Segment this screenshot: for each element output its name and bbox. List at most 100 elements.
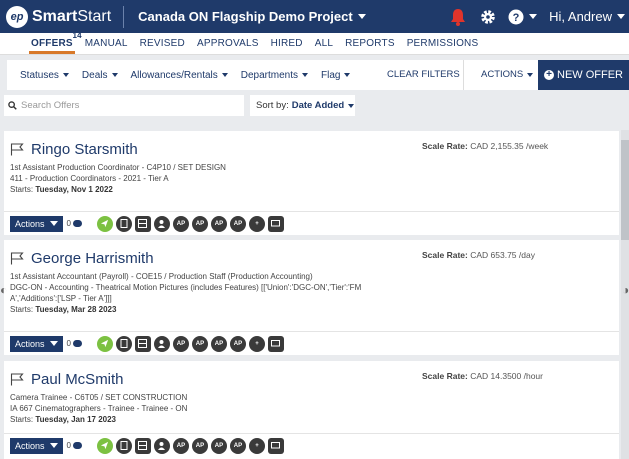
ap-approval-icon[interactable]: AP [191,335,208,352]
send-icon[interactable] [96,437,113,454]
sort-dropdown[interactable]: Sort by: Date Added [250,95,355,116]
tab-manual[interactable]: MANUAL [85,38,128,54]
comment-bubble-icon [72,340,82,347]
comment-count[interactable]: 0 [67,441,82,450]
svg-text:?: ? [513,12,520,24]
grid-document-icon[interactable] [134,335,151,352]
offer-name[interactable]: Paul McSmith [31,371,124,388]
app-logo[interactable]: ep SmartStart [6,5,111,28]
plus-circle-icon: + [544,70,554,80]
send-icon[interactable] [96,215,113,232]
search-icon [8,101,17,110]
flag-icon[interactable] [10,373,24,386]
filter-allowances[interactable]: Allowances/Rentals [131,70,228,81]
filter-departments[interactable]: Departments [241,70,309,81]
help-menu[interactable]: ? [508,9,538,25]
comment-bubble-icon [72,442,82,449]
ap-approval-icon[interactable]: AP [229,437,246,454]
offer-actions-button[interactable]: Actions [10,215,63,232]
ap-approval-icon[interactable]: AP [210,335,227,352]
tab-offers[interactable]: OFFERS 14 [29,31,82,54]
offer-name[interactable]: Ringo Starsmith [31,141,138,158]
tab-permissions[interactable]: PERMISSIONS [407,38,479,54]
filter-flag[interactable]: Flag [321,70,351,81]
comment-count[interactable]: 0 [67,219,82,228]
search-box [4,95,244,116]
ap-approval-icon[interactable]: AP [210,437,227,454]
message-icon[interactable] [267,335,284,352]
filter-statuses[interactable]: Statuses [20,70,69,81]
filter-divider [463,60,464,90]
chevron-down-icon [49,443,58,448]
search-input[interactable] [21,100,231,111]
ap-approval-icon[interactable]: AP [172,215,189,232]
grid-document-icon[interactable] [134,437,151,454]
ap-approval-icon[interactable]: AP [191,437,208,454]
add-approver-icon[interactable]: + [248,437,265,454]
sort-label: Sort by: [256,100,289,111]
filter-bar: Statuses Deals Allowances/Rentals Depart… [7,60,629,90]
user-greeting: Hi, Andrew [549,9,612,24]
chevron-down-icon [49,341,58,346]
user-document-icon[interactable] [153,437,170,454]
offer-action-bar: Actions 0 AP AP AP AP + [4,211,619,235]
tab-reports[interactable]: REPORTS [345,38,395,54]
offer-position: 1st Assistant Production Coordinator - C… [10,163,226,172]
help-icon: ? [508,9,524,24]
offer-start-date: Starts: Tuesday, Nov 1 2022 [10,185,113,194]
ap-approval-icon[interactable]: AP [191,215,208,232]
offer-actions-button[interactable]: Actions [10,437,63,454]
add-approver-icon[interactable]: + [248,335,265,352]
offer-start-date: Starts: Tuesday, Mar 28 2023 [10,305,117,314]
scrollbar-thumb[interactable] [621,140,629,240]
right-edge-handle-icon: ◑ [622,283,629,297]
chevron-down-icon [348,103,355,108]
scale-rate: Scale Rate: CAD 14.3500 /hour [422,371,543,381]
document-icon[interactable] [115,437,132,454]
ap-approval-icon[interactable]: AP [210,215,227,232]
sort-value: Date Added [291,100,345,111]
flag-icon[interactable] [10,252,24,265]
comment-count[interactable]: 0 [67,339,82,348]
chevron-down-icon [49,221,58,226]
gear-icon[interactable] [480,9,496,25]
tab-hired[interactable]: HIRED [271,38,303,54]
user-document-icon[interactable] [153,215,170,232]
tab-all[interactable]: ALL [315,38,333,54]
offer-union: IA 667 Cinematographers - Trainee - Trai… [10,404,188,413]
ap-approval-icon[interactable]: AP [172,437,189,454]
comment-bubble-icon [72,220,82,227]
main-tabs: OFFERS 14 MANUAL REVISED APPROVALS HIRED… [0,31,629,55]
flag-icon[interactable] [10,143,24,156]
clear-filters-button[interactable]: CLEAR FILTERS [387,69,460,80]
offer-start-date: Starts: Tuesday, Jan 17 2023 [10,415,116,424]
top-navbar: ep SmartStart Canada ON Flagship Demo Pr… [0,0,629,33]
document-icon[interactable] [115,335,132,352]
ap-approval-icon[interactable]: AP [229,215,246,232]
add-approver-icon[interactable]: + [248,215,265,232]
tab-revised[interactable]: REVISED [140,38,185,54]
ap-approval-icon[interactable]: AP [172,335,189,352]
offer-union: 411 - Production Coordinators - 2021 - T… [10,174,169,183]
notification-bell-icon[interactable] [450,8,466,26]
tab-approvals[interactable]: APPROVALS [197,38,259,54]
bulk-actions-dropdown[interactable]: ACTIONS [481,69,534,80]
filter-deals[interactable]: Deals [82,70,118,81]
project-name: Canada ON Flagship Demo Project [138,9,353,24]
send-icon[interactable] [96,335,113,352]
new-offer-button[interactable]: + NEW OFFER [538,60,629,90]
message-icon[interactable] [267,215,284,232]
offer-name[interactable]: George Harrismith [31,250,154,267]
chevron-down-icon [529,14,538,19]
grid-document-icon[interactable] [134,215,151,232]
document-icon[interactable] [115,215,132,232]
offer-position: 1st Assistant Accountant (Payroll) - COE… [10,272,313,281]
message-icon[interactable] [267,437,284,454]
user-document-icon[interactable] [153,335,170,352]
offer-union: DGC-ON - Accounting - Theatrical Motion … [10,283,362,292]
ap-approval-icon[interactable]: AP [229,335,246,352]
project-selector[interactable]: Canada ON Flagship Demo Project [138,9,366,24]
chevron-down-icon [221,73,228,77]
offer-actions-button[interactable]: Actions [10,335,63,352]
user-menu[interactable]: Hi, Andrew [549,9,625,24]
